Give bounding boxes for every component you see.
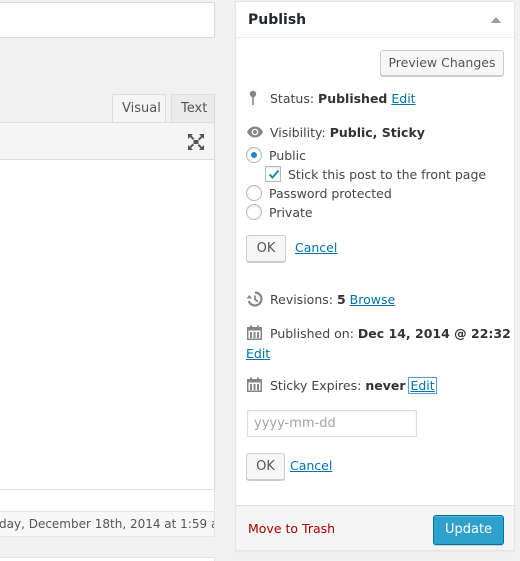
published-on-value: Dec 14, 2014 @ 22:32 — [357, 326, 511, 341]
option-label: Password protected — [269, 186, 392, 201]
visibility-row: Visibility: Public, Sticky — [246, 124, 425, 140]
status-row: Status: Published Edit — [246, 90, 416, 106]
triangle-up-icon[interactable] — [491, 17, 501, 23]
publish-header[interactable]: Publish — [236, 2, 514, 38]
update-button[interactable]: Update — [433, 515, 504, 545]
option-label: Private — [269, 205, 313, 220]
history-icon — [246, 291, 264, 307]
eye-icon — [246, 124, 264, 140]
sticky-label: Stick this post to the front page — [288, 167, 487, 182]
calendar-icon — [246, 377, 264, 393]
sticky-expires-value: never — [365, 378, 406, 393]
visibility-option-public[interactable]: Public — [246, 147, 306, 163]
visibility-ok-button[interactable]: OK — [246, 235, 286, 262]
sticky-expires-label: Sticky Expires: — [270, 378, 362, 393]
tab-text[interactable]: Text — [171, 94, 215, 123]
radio-private[interactable] — [246, 204, 262, 220]
visibility-option-private[interactable]: Private — [246, 204, 313, 220]
tab-visual[interactable]: Visual — [112, 94, 166, 123]
visibility-cancel-link[interactable]: Cancel — [295, 240, 337, 255]
revisions-browse-link[interactable]: Browse — [350, 292, 396, 307]
sticky-expires-row: Sticky Expires: never Edit — [246, 377, 437, 394]
published-on-edit-link[interactable]: Edit — [246, 346, 270, 361]
sticky-expires-ok-button[interactable]: OK — [246, 453, 285, 480]
revisions-count: 5 — [336, 292, 346, 307]
publish-footer: Move to Trash Update — [236, 505, 514, 550]
visibility-actions: OK Cancel — [246, 235, 337, 262]
sticky-checkbox[interactable] — [265, 166, 281, 182]
editor-tabs: Visual Text — [0, 94, 215, 123]
option-label: Public — [269, 148, 306, 163]
sticky-expires-cancel-link[interactable]: Cancel — [290, 458, 332, 473]
post-title-input[interactable] — [0, 2, 215, 38]
radio-password[interactable] — [246, 185, 262, 201]
visibility-value: Public, Sticky — [329, 125, 425, 140]
visibility-label: Visibility: — [270, 125, 326, 140]
preview-changes-button[interactable]: Preview Changes — [380, 50, 504, 76]
fullscreen-expand-icon[interactable] — [187, 133, 205, 151]
status-edit-link[interactable]: Edit — [391, 91, 415, 106]
published-on-row: Published on: Dec 14, 2014 @ 22:32 — [246, 325, 511, 341]
visibility-option-password[interactable]: Password protected — [246, 185, 392, 201]
publish-metabox: Publish Preview Changes Status: Publishe… — [235, 1, 515, 551]
published-on-edit-row: Edit — [246, 346, 270, 361]
sticky-expires-edit-link[interactable]: Edit — [408, 377, 437, 394]
editor-status-bar — [0, 489, 215, 512]
publish-title: Publish — [248, 12, 307, 28]
revisions-row: Revisions: 5 Browse — [246, 291, 395, 307]
last-edited-text: day, December 18th, 2014 at 1:59 am — [0, 512, 215, 537]
status-value: Published — [318, 91, 388, 106]
next-metabox — [0, 557, 215, 561]
sticky-expires-actions: OK Cancel — [246, 453, 332, 480]
revisions-label: Revisions: — [270, 292, 333, 307]
sticky-option[interactable]: Stick this post to the front page — [265, 166, 486, 182]
pin-icon — [246, 90, 264, 106]
published-on-label: Published on: — [270, 326, 354, 341]
editor-toolbar — [0, 122, 215, 160]
status-label: Status: — [270, 91, 315, 106]
move-to-trash-link[interactable]: Move to Trash — [248, 521, 335, 536]
sticky-expires-date-input[interactable] — [247, 410, 417, 437]
editor-content-area[interactable] — [0, 159, 215, 489]
calendar-icon — [246, 325, 264, 341]
radio-public[interactable] — [246, 147, 262, 163]
